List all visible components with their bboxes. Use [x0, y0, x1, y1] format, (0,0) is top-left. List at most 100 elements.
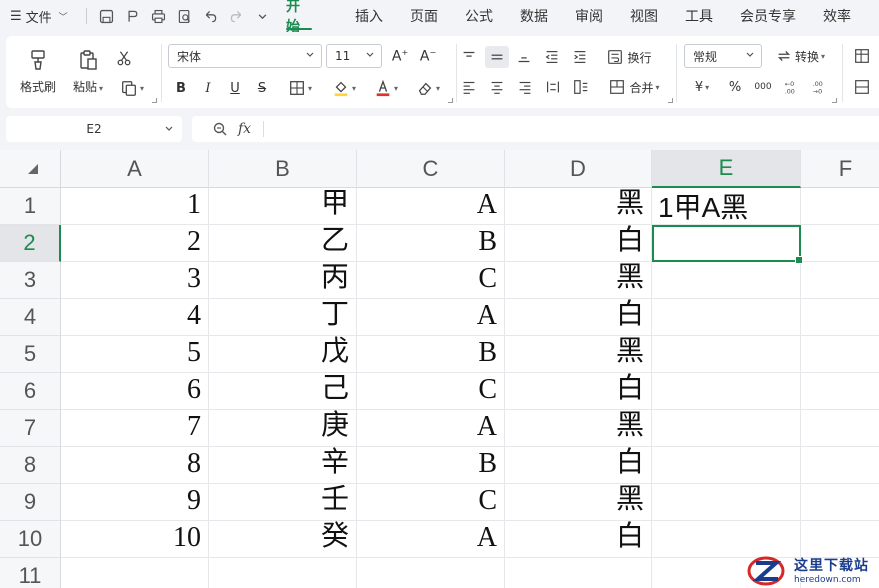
tab-insert[interactable]: 插入: [355, 0, 383, 32]
cell-f1[interactable]: [801, 188, 879, 225]
cell-f4[interactable]: [801, 299, 879, 336]
decrease-font-button[interactable]: A−: [416, 44, 440, 68]
cell-f8[interactable]: [801, 447, 879, 484]
cell-f2[interactable]: [801, 225, 879, 262]
cut-button[interactable]: [112, 46, 136, 70]
cell-a5[interactable]: 5: [61, 336, 209, 373]
column-header-e[interactable]: E: [652, 150, 801, 188]
spreadsheet-grid[interactable]: ABCDEF 1 2 3 4 5 6 7 8 9 10 11 1 甲 A 黑 1甲A黑 2 乙 B 白 3 丙 C 黑 4 丁 A…: [0, 150, 879, 588]
font-group-launcher[interactable]: [448, 98, 453, 103]
column-header-f[interactable]: F: [801, 150, 879, 188]
font-color-button[interactable]: ▾: [366, 76, 406, 100]
cell-c1[interactable]: A: [357, 188, 505, 225]
cell-f3[interactable]: [801, 262, 879, 299]
decrease-decimal-button[interactable]: .00 →0: [808, 76, 832, 98]
cell-b10[interactable]: 癸: [209, 521, 357, 558]
align-center-button[interactable]: [486, 76, 508, 98]
file-menu[interactable]: ☰ 文件 ﹀: [0, 7, 80, 26]
row-header-10[interactable]: 10: [0, 521, 61, 558]
increase-decimal-button[interactable]: ←0.00: [780, 76, 804, 98]
cell-a9[interactable]: 9: [61, 484, 209, 521]
undo-button[interactable]: [197, 3, 223, 29]
cell-c4[interactable]: A: [357, 299, 505, 336]
cell-e7[interactable]: [652, 410, 801, 447]
format-painter-button[interactable]: 格式刷: [16, 42, 60, 100]
cell-d10[interactable]: 白: [505, 521, 652, 558]
zoom-search-icon[interactable]: [212, 121, 228, 137]
copy-button[interactable]: ▾: [114, 76, 150, 100]
increase-font-button[interactable]: A+: [388, 44, 412, 68]
cell-b11[interactable]: [209, 558, 357, 588]
decrease-indent-button[interactable]: [541, 46, 563, 68]
alignment-group-launcher[interactable]: [668, 98, 673, 103]
column-header-c[interactable]: C: [357, 150, 505, 188]
cell-a7[interactable]: 7: [61, 410, 209, 447]
thousands-separator-button[interactable]: 000: [750, 76, 776, 98]
align-middle-button[interactable]: [485, 46, 509, 68]
cell-f6[interactable]: [801, 373, 879, 410]
row-header-5[interactable]: 5: [0, 336, 61, 373]
name-box[interactable]: E2: [6, 116, 182, 142]
font-size-select[interactable]: 11: [326, 44, 382, 68]
cell-e4[interactable]: [652, 299, 801, 336]
percent-format-button[interactable]: %: [724, 76, 746, 98]
conditional-format-button[interactable]: [852, 44, 872, 68]
cell-a6[interactable]: 6: [61, 373, 209, 410]
cell-e3[interactable]: [652, 262, 801, 299]
row-header-6[interactable]: 6: [0, 373, 61, 410]
cell-c6[interactable]: C: [357, 373, 505, 410]
cell-c9[interactable]: C: [357, 484, 505, 521]
insert-function-button[interactable]: fx: [238, 121, 251, 137]
tab-home[interactable]: 开始: [286, 0, 312, 35]
print-button[interactable]: [145, 3, 171, 29]
cell-e8[interactable]: [652, 447, 801, 484]
tab-member[interactable]: 会员专享: [740, 0, 796, 32]
tab-efficiency[interactable]: 效率: [823, 0, 851, 32]
paste-button[interactable]: 粘贴 ▾: [66, 42, 110, 100]
redo-button[interactable]: [223, 3, 249, 29]
wrap-text-button[interactable]: 换行: [598, 46, 660, 68]
cell-e1[interactable]: 1甲A黑: [652, 188, 801, 225]
cell-style-button[interactable]: [852, 76, 872, 98]
cell-a4[interactable]: 4: [61, 299, 209, 336]
column-header-a[interactable]: A: [61, 150, 209, 188]
borders-button[interactable]: ▾: [280, 76, 320, 100]
formula-input[interactable]: fx: [192, 116, 879, 142]
cell-e2[interactable]: [652, 225, 803, 264]
cell-a11[interactable]: [61, 558, 209, 588]
cell-d11[interactable]: [505, 558, 652, 588]
italic-button[interactable]: I: [197, 76, 219, 100]
row-header-11[interactable]: 11: [0, 558, 61, 588]
tab-view[interactable]: 视图: [630, 0, 658, 32]
bold-button[interactable]: B: [170, 76, 192, 100]
row-header-7[interactable]: 7: [0, 410, 61, 447]
cell-f5[interactable]: [801, 336, 879, 373]
align-bottom-button[interactable]: [513, 46, 535, 68]
cell-c2[interactable]: B: [357, 225, 505, 262]
cell-c8[interactable]: B: [357, 447, 505, 484]
cell-c10[interactable]: A: [357, 521, 505, 558]
row-header-9[interactable]: 9: [0, 484, 61, 521]
align-top-button[interactable]: [458, 46, 480, 68]
cell-a2[interactable]: 2: [61, 225, 209, 262]
align-right-button[interactable]: [514, 76, 536, 98]
cell-c3[interactable]: C: [357, 262, 505, 299]
distribute-button[interactable]: [542, 76, 564, 98]
cell-c5[interactable]: B: [357, 336, 505, 373]
cell-a1[interactable]: 1: [61, 188, 209, 225]
clear-format-button[interactable]: ▾: [408, 76, 448, 100]
text-direction-button[interactable]: [570, 76, 592, 98]
cell-e6[interactable]: [652, 373, 801, 410]
cell-e9[interactable]: [652, 484, 801, 521]
font-name-select[interactable]: 宋体: [168, 44, 322, 68]
currency-format-button[interactable]: ¥ ▾: [686, 76, 718, 98]
cell-f7[interactable]: [801, 410, 879, 447]
convert-button[interactable]: 转换 ▾: [768, 44, 832, 68]
select-all-button[interactable]: [0, 150, 61, 188]
row-header-1[interactable]: 1: [0, 188, 61, 225]
export-pdf-button[interactable]: [119, 3, 145, 29]
print-preview-button[interactable]: [171, 3, 197, 29]
clipboard-group-launcher[interactable]: [152, 98, 157, 103]
strikethrough-button[interactable]: S: [251, 76, 273, 100]
merge-cells-button[interactable]: 合并 ▾: [600, 76, 668, 98]
